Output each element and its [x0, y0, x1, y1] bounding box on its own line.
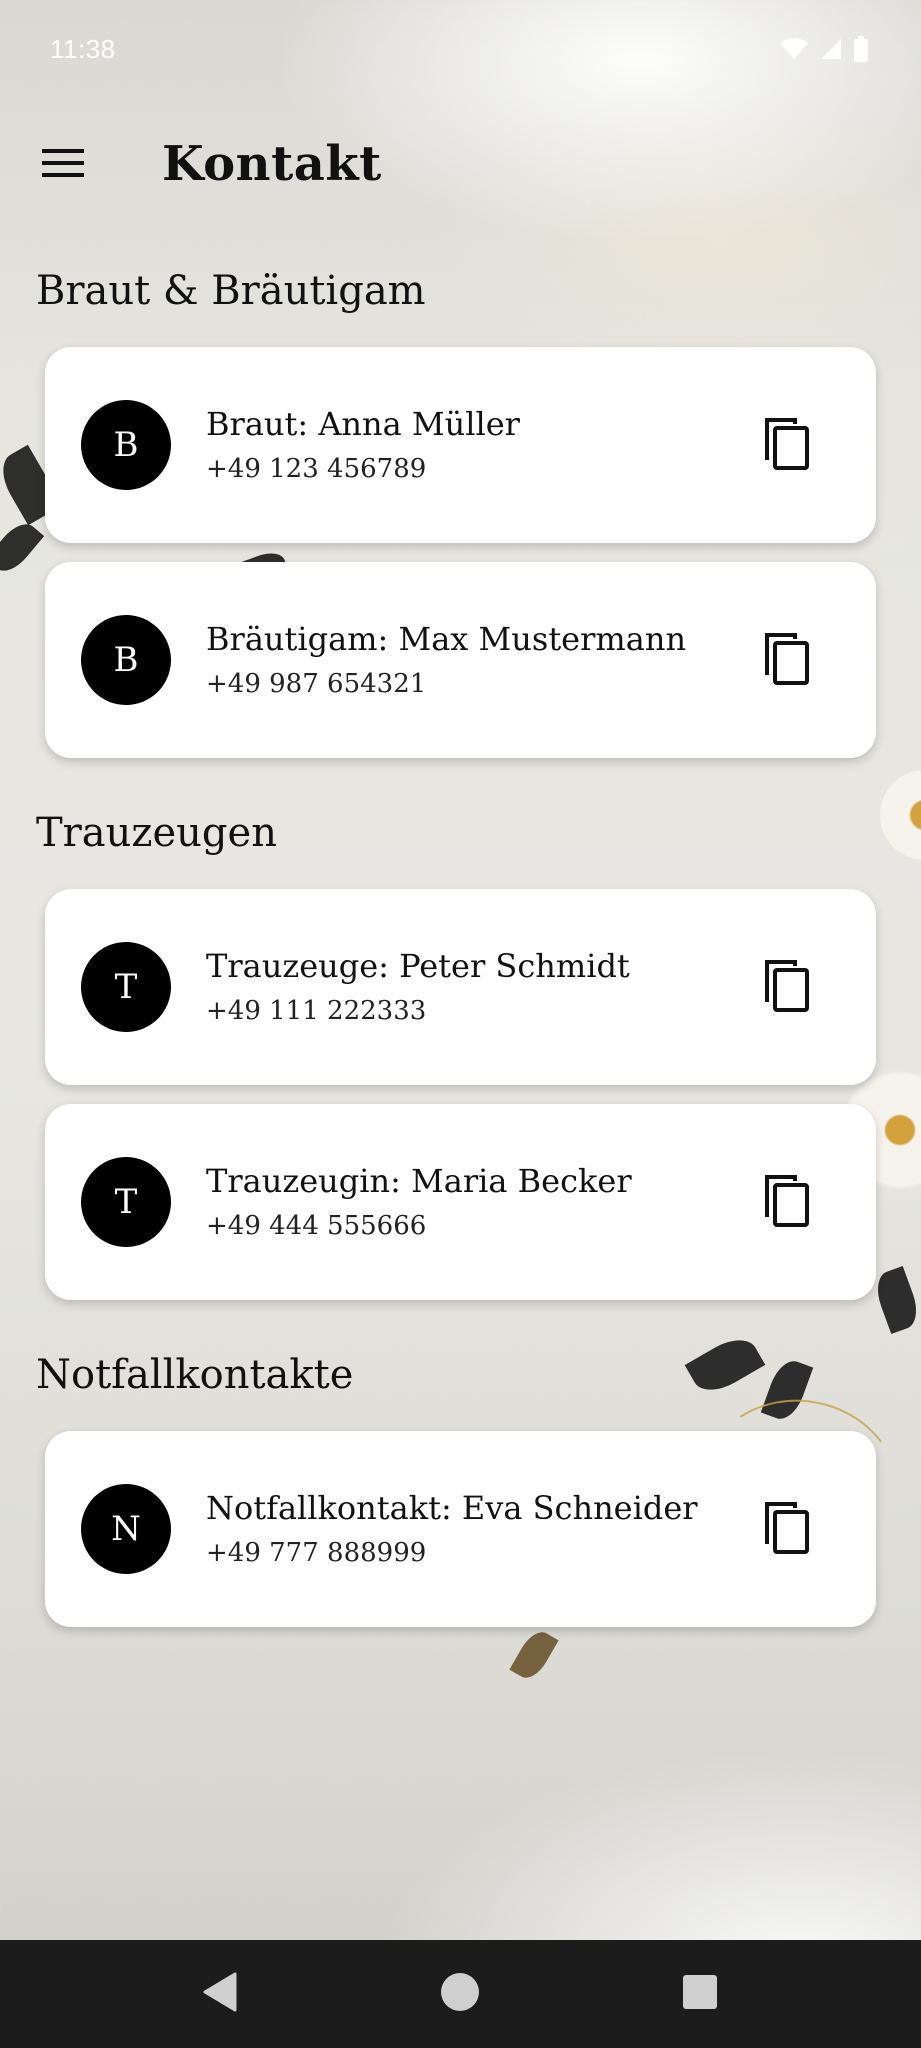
copy-button[interactable] — [755, 1497, 819, 1561]
status-bar: 11:38 — [0, 0, 921, 100]
avatar: B — [81, 400, 171, 490]
copy-icon — [763, 1173, 811, 1231]
avatar: T — [81, 1157, 171, 1247]
copy-button[interactable] — [755, 628, 819, 692]
page-title: Kontakt — [162, 136, 382, 192]
copy-button[interactable] — [755, 413, 819, 477]
contact-card: T Trauzeuge: Peter Schmidt +49 111 22233… — [45, 889, 876, 1085]
copy-icon — [763, 631, 811, 689]
wifi-icon — [779, 37, 809, 61]
app-bar: Kontakt — [0, 110, 921, 220]
contact-card: T Trauzeugin: Maria Becker +49 444 55566… — [45, 1104, 876, 1300]
contact-phone: +49 777 888999 — [206, 1538, 427, 1568]
menu-icon — [42, 147, 84, 183]
copy-icon — [763, 1500, 811, 1558]
section-title-notfallkontakte: Notfallkontakte — [36, 1352, 354, 1398]
contact-card: N Notfallkontakt: Eva Schneider +49 777 … — [45, 1431, 876, 1627]
avatar: T — [81, 942, 171, 1032]
recents-icon — [682, 1974, 718, 2014]
navigation-bar — [0, 1940, 921, 2048]
recents-button[interactable] — [670, 1964, 730, 2024]
copy-button[interactable] — [755, 1170, 819, 1234]
menu-button[interactable] — [30, 132, 96, 198]
section-title-trauzeugen: Trauzeugen — [36, 810, 277, 856]
contact-phone: +49 123 456789 — [206, 454, 427, 484]
contact-name: Notfallkontakt: Eva Schneider — [206, 1489, 698, 1527]
contact-phone: +49 111 222333 — [206, 996, 427, 1026]
copy-button[interactable] — [755, 955, 819, 1019]
contact-name: Braut: Anna Müller — [206, 405, 520, 443]
contact-phone: +49 444 555666 — [206, 1211, 427, 1241]
signal-icon — [819, 37, 843, 61]
copy-icon — [763, 958, 811, 1016]
copy-icon — [763, 416, 811, 474]
contact-card: B Braut: Anna Müller +49 123 456789 — [45, 347, 876, 543]
back-button[interactable] — [190, 1964, 250, 2024]
status-icons — [779, 36, 869, 62]
contact-name: Trauzeugin: Maria Becker — [206, 1162, 632, 1200]
battery-icon — [853, 36, 869, 62]
contact-name: Bräutigam: Max Mustermann — [206, 620, 687, 658]
avatar: B — [81, 615, 171, 705]
contact-card: B Bräutigam: Max Mustermann +49 987 6543… — [45, 562, 876, 758]
contact-name: Trauzeuge: Peter Schmidt — [206, 947, 630, 985]
status-time: 11:38 — [50, 34, 116, 64]
home-icon — [439, 1971, 481, 2017]
home-button[interactable] — [430, 1964, 490, 2024]
back-icon — [201, 1972, 239, 2016]
section-title-braut-braeutigam: Braut & Bräutigam — [36, 268, 426, 314]
avatar: N — [81, 1484, 171, 1574]
contact-phone: +49 987 654321 — [206, 669, 427, 699]
